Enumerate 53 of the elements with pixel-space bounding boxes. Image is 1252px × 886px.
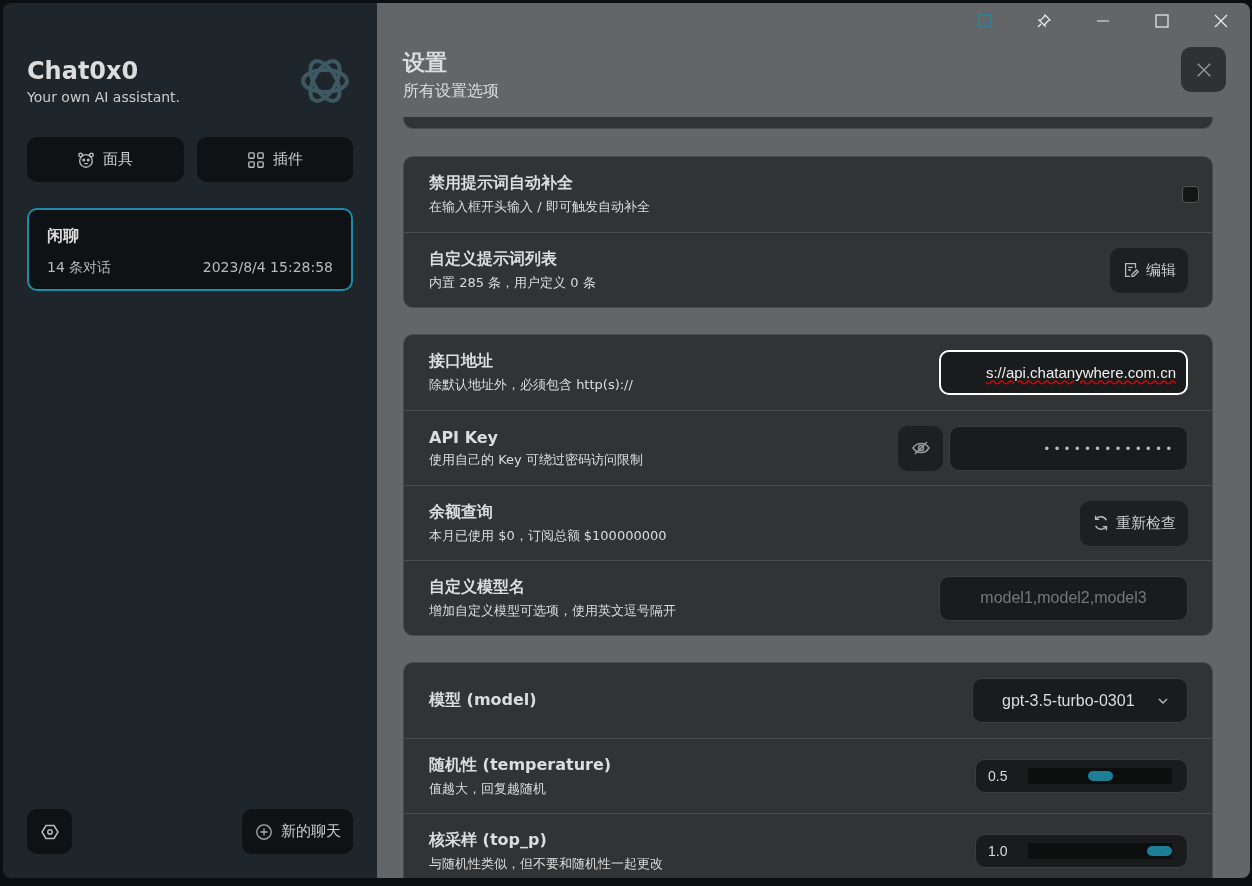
app-subtitle: Your own AI assistant.	[27, 89, 181, 105]
close-icon[interactable]	[1214, 14, 1228, 28]
close-button[interactable]	[1181, 47, 1226, 92]
url-field[interactable]: s://api.chatanywhere.com.cn	[939, 350, 1188, 395]
api-key-field[interactable]: • • • • • • • • • • • • •	[949, 425, 1188, 471]
setting-description: 除默认地址外，必须包含 http(s)://	[429, 376, 633, 394]
maximize-icon[interactable]	[1155, 14, 1169, 28]
slider-thumb[interactable]	[1087, 771, 1113, 781]
setting-title: 自定义提示词列表	[429, 248, 558, 270]
setting-title: 模型 (model)	[429, 690, 537, 711]
new-chat-button[interactable]: 新的聊天	[242, 809, 353, 854]
checkbox[interactable]	[1182, 186, 1199, 203]
slider-value: 1.0	[988, 843, 1009, 859]
dotted-square-icon[interactable]	[978, 14, 992, 28]
setting-description: 本月已使用 $0，订阅总额 $100000000	[429, 526, 667, 545]
setting-title: API Key	[429, 427, 500, 447]
setting-title: 自定义模型名	[429, 576, 526, 598]
mask-button[interactable]: 面具	[27, 137, 184, 182]
chat-time: 2023/8/4 15:28:58	[202, 259, 333, 277]
chat-title: 闲聊	[47, 226, 80, 247]
bear-face-icon	[77, 150, 96, 169]
model-select[interactable]: gpt-3.5-turbo-0301	[972, 678, 1188, 723]
settings-button[interactable]	[27, 809, 72, 854]
plus-circle-icon	[254, 822, 273, 841]
slider[interactable]: 0.5	[975, 759, 1188, 793]
slider-thumb[interactable]	[1147, 846, 1172, 856]
app-title: Chat0x0	[27, 57, 140, 85]
slider[interactable]: 1.0	[975, 834, 1188, 868]
grid-icon	[246, 150, 265, 169]
page-title: 设置	[403, 49, 448, 77]
plugin-button[interactable]: 插件	[196, 137, 353, 182]
setting-title: 禁用提示词自动补全	[429, 173, 574, 194]
setting-description: 使用自己的 Key 可绕过密码访问限制	[429, 450, 643, 469]
setting-title: 余额查询	[429, 501, 494, 523]
setting-description: 在输入框开头输入 / 即可触发自动补全	[429, 198, 650, 216]
setting-title: 接口地址	[429, 351, 494, 372]
setting-description: 值越大，回复越随机	[429, 779, 547, 798]
page-subtitle: 所有设置选项	[403, 81, 499, 102]
setting-description: 增加自定义模型可选项，使用英文逗号隔开	[429, 601, 676, 620]
model-name-field[interactable]: model1,model2,model3	[939, 575, 1188, 621]
slider-value: 0.5	[988, 768, 1009, 784]
refresh-icon	[1092, 514, 1110, 532]
hide-password-button[interactable]	[898, 425, 943, 471]
recheck-button[interactable]: 重新检查	[1080, 500, 1188, 546]
pin-icon[interactable]	[1037, 14, 1051, 28]
edit-button[interactable]: 编辑	[1110, 247, 1188, 293]
setting-description: 与随机性类似，但不要和随机性一起更改	[429, 854, 663, 873]
setting-title: 核采样 (top_p)	[429, 829, 548, 851]
message-count: 14 条对话	[47, 259, 112, 277]
edit-icon	[1122, 261, 1140, 279]
setting-title: 随机性 (temperature)	[429, 754, 612, 776]
setting-description: 内置 285 条，用户定义 0 条	[429, 273, 596, 292]
chat-item[interactable]: 闲聊 14 条对话 2023/8/4 15:28:58	[27, 208, 353, 291]
